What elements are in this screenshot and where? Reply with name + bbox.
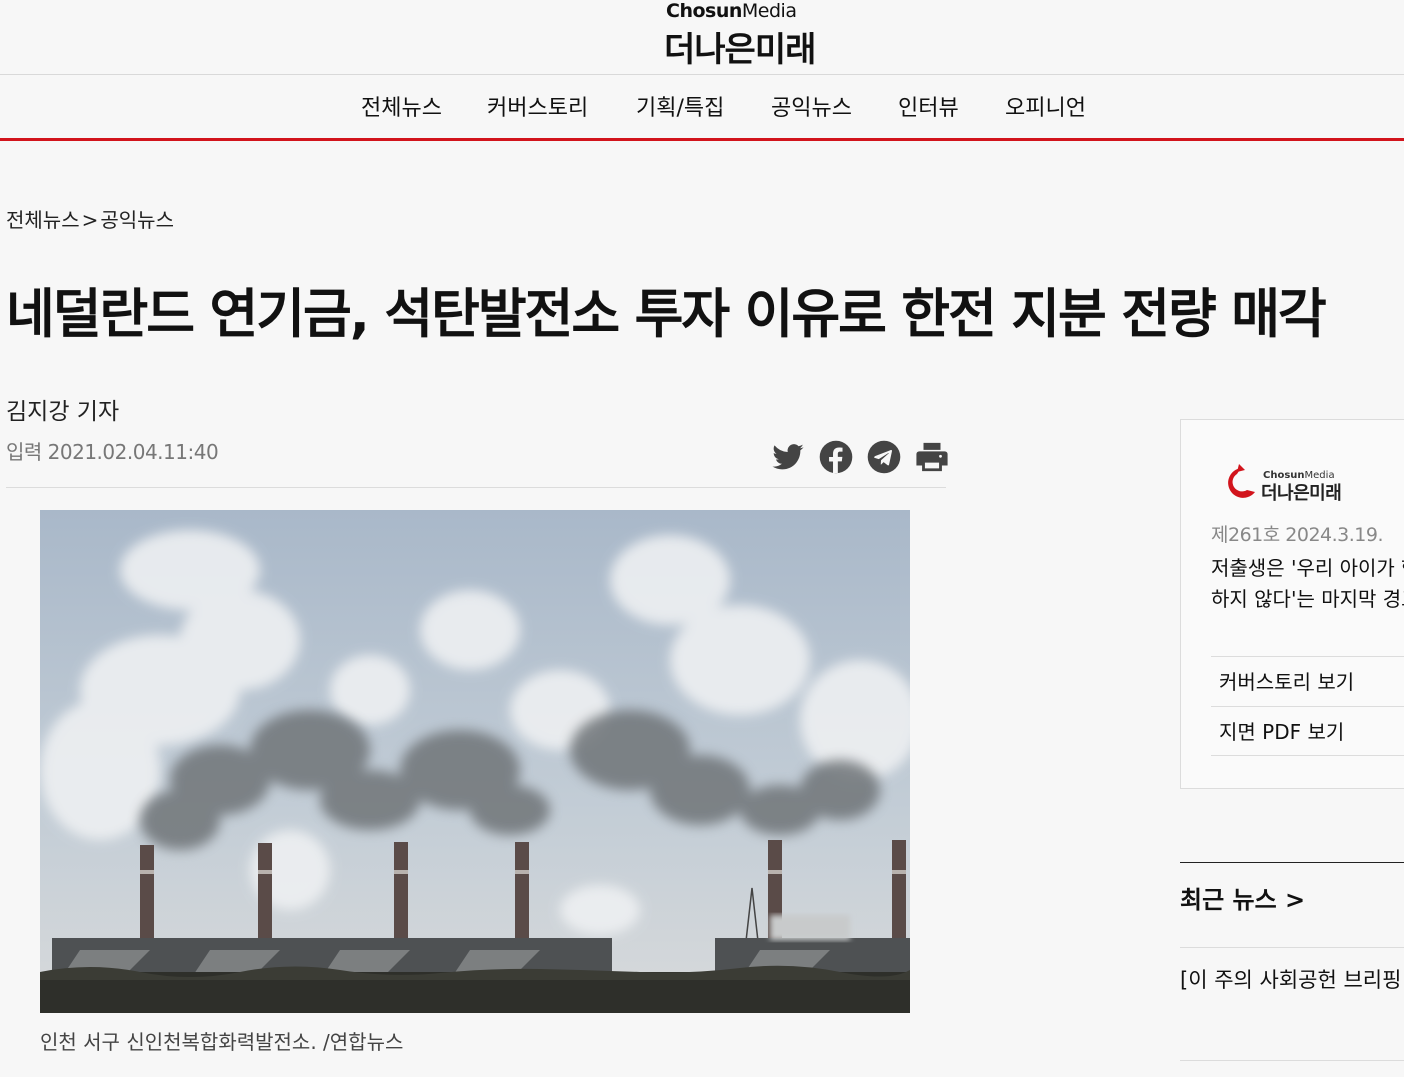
nav-item-cover-story[interactable]: 커버스토리 <box>487 90 588 122</box>
logo-small-bold: Chosun <box>666 0 742 22</box>
article-title: 네덜란드 연기금, 석탄발전소 투자 이유로 한전 지분 전량 매각 <box>6 284 1327 345</box>
article-date: 입력 2021.02.04.11:40 <box>6 440 219 464</box>
site-logo[interactable]: 더나은미래 <box>664 22 816 71</box>
masthead: ChosunMedia 더나은미래 <box>0 0 1404 74</box>
nav-item-public-news[interactable]: 공익뉴스 <box>771 90 852 122</box>
issue-headline[interactable]: 저출생은 '우리 아이가 행복하지 않다'는 마지막 경고 <box>1211 553 1404 615</box>
breadcrumb: 전체뉴스 > 공익뉴스 <box>6 204 174 233</box>
cover-story-link[interactable]: 커버스토리 보기 <box>1211 656 1404 706</box>
recent-news-divider <box>1180 862 1404 863</box>
recent-news-bottom-divider <box>1180 1060 1404 1061</box>
meta-divider <box>6 487 946 488</box>
issue-number: 제261호 2024.3.19. <box>1211 524 1384 546</box>
recent-news-subdivider <box>1180 947 1404 948</box>
nav-accent-bar <box>0 138 1404 141</box>
recent-news-item[interactable]: [이 주의 사회공헌 브리핑 <box>1180 964 1401 994</box>
issue-logo-main: 더나은미래 <box>1261 483 1342 504</box>
article-photo <box>40 510 910 1013</box>
nav-item-features[interactable]: 기획/특집 <box>636 90 724 122</box>
breadcrumb-public-news[interactable]: 공익뉴스 <box>100 208 174 232</box>
latest-issue-box: ChosunMedia 더나은미래 제261호 2024.3.19. 저출생은 … <box>1180 419 1404 789</box>
facebook-icon[interactable] <box>819 440 855 476</box>
article-author[interactable]: 김지강 기자 <box>6 392 119 426</box>
twitter-icon[interactable] <box>771 440 807 476</box>
issue-logo[interactable]: ChosunMedia 더나은미래 <box>1211 462 1371 504</box>
breadcrumb-separator: > <box>81 208 99 232</box>
photo-caption: 인천 서구 신인천복합화력발전소. /연합뉴스 <box>40 1030 404 1054</box>
telegram-icon[interactable] <box>867 440 903 476</box>
header-divider <box>0 74 1404 75</box>
breadcrumb-all-news[interactable]: 전체뉴스 <box>6 208 80 232</box>
logo-small-light: Media <box>741 0 797 22</box>
brand-swoosh-icon <box>1228 464 1255 498</box>
nav-item-all-news[interactable]: 전체뉴스 <box>361 90 442 122</box>
main-nav: 전체뉴스 커버스토리 기획/특집 공익뉴스 인터뷰 오피니언 <box>0 90 1404 126</box>
nav-item-opinion[interactable]: 오피니언 <box>1005 90 1086 122</box>
logo-chosun-media[interactable]: ChosunMedia <box>666 0 797 22</box>
recent-news-heading[interactable]: 최근 뉴스 > <box>1180 880 1305 915</box>
nav-item-interview[interactable]: 인터뷰 <box>898 90 959 122</box>
pdf-link[interactable]: 지면 PDF 보기 <box>1211 706 1404 756</box>
print-icon[interactable] <box>915 440 951 476</box>
